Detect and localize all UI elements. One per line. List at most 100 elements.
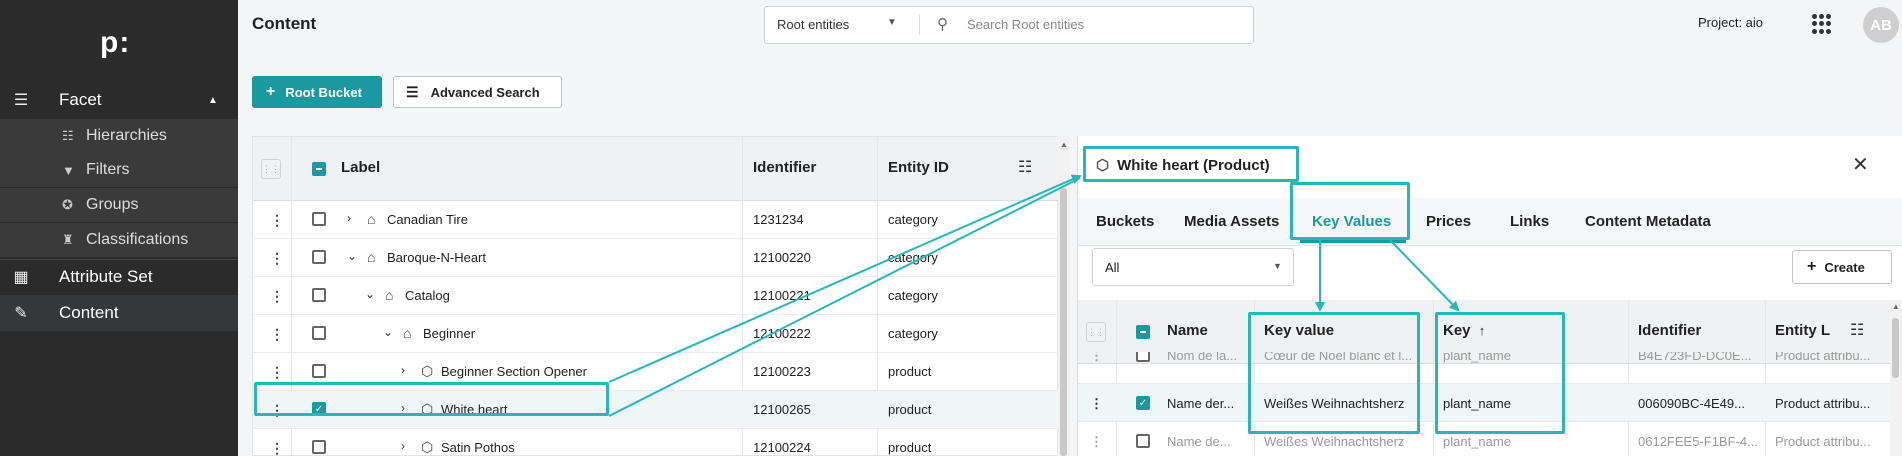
- row-entity: Product attribu...: [1775, 352, 1871, 363]
- row-name: Nom de la...: [1167, 352, 1238, 363]
- close-icon[interactable]: ✕: [1852, 152, 1869, 177]
- scroll-up-icon[interactable]: ▲: [1060, 140, 1068, 149]
- column-settings-icon[interactable]: ☷: [1018, 157, 1032, 177]
- row-label: White heart: [441, 402, 508, 417]
- detail-title-text: White heart (Product): [1117, 156, 1270, 174]
- row-menu-icon[interactable]: ⋮: [1090, 434, 1103, 450]
- scrollbar-thumb[interactable]: [1060, 188, 1067, 456]
- top-header: Content Root entities ▼ ⚲ Search Root en…: [238, 0, 1902, 54]
- row-checkbox[interactable]: [312, 250, 326, 264]
- detail-panel: ⬡ White heart (Product) ✕ Buckets Media …: [1077, 136, 1902, 456]
- entity-type-icon: ⬡: [421, 439, 434, 455]
- row-checkbox[interactable]: [312, 288, 326, 302]
- table-row[interactable]: ⋮ ✓ › ⬡ White heart 12100265 product: [253, 391, 1059, 429]
- create-label: Create: [1824, 259, 1865, 275]
- row-checkbox[interactable]: [312, 364, 326, 378]
- key-value-row[interactable]: ⋮ Nom de la... Cœur de Noël blanc et l... p…: [1078, 352, 1891, 384]
- sidebar-subitem-classifications[interactable]: ♜ Classifications: [0, 223, 238, 257]
- scrollbar-thumb[interactable]: [1892, 318, 1899, 378]
- row-checkbox[interactable]: ✓: [312, 402, 326, 416]
- search-input[interactable]: Search Root entities: [967, 17, 1084, 32]
- root-bucket-button[interactable]: + Root Bucket: [252, 76, 382, 108]
- row-menu-icon[interactable]: ⋮: [270, 250, 284, 267]
- select-all-checkbox[interactable]: [312, 162, 326, 176]
- sidebar-item-content[interactable]: ✎ Content: [0, 295, 238, 331]
- row-checkbox[interactable]: [312, 326, 326, 340]
- expand-chevron-icon[interactable]: ›: [347, 211, 351, 225]
- project-selector[interactable]: Project: aio: [1698, 15, 1763, 30]
- tab-media-assets[interactable]: Media Assets: [1184, 213, 1279, 230]
- product-cube-icon: ⬡: [1096, 157, 1110, 174]
- sidebar-item-attribute-set[interactable]: ▦ Attribute Set: [0, 259, 238, 295]
- sidebar-subitem-groups[interactable]: ✪ Groups: [0, 188, 238, 222]
- column-header-label[interactable]: Label: [341, 159, 380, 176]
- scroll-up-icon[interactable]: ▲: [1892, 302, 1900, 311]
- column-header-identifier[interactable]: Identifier: [753, 159, 816, 176]
- row-name: Name de...: [1167, 434, 1231, 449]
- row-checkbox[interactable]: [312, 440, 326, 454]
- key-value-row[interactable]: ⋮ Name de... Weißes Weihnachtsherz plant_na…: [1078, 422, 1891, 456]
- sidebar-subitem-filters[interactable]: ▼ Filters: [0, 153, 238, 187]
- right-scrollbar[interactable]: ▲: [1890, 300, 1902, 456]
- expand-chevron-icon[interactable]: ›: [401, 401, 405, 415]
- expand-chevron-icon[interactable]: ⌄: [383, 325, 393, 339]
- row-key-value: Weißes Weihnachtsherz: [1264, 434, 1405, 449]
- row-menu-icon[interactable]: ⋮: [1090, 352, 1103, 364]
- column-settings-icon[interactable]: ☷: [1850, 320, 1864, 340]
- row-menu-icon[interactable]: ⋮: [270, 440, 284, 456]
- tab-key-values[interactable]: Key Values: [1312, 213, 1391, 230]
- row-checkbox[interactable]: ✓: [1136, 396, 1150, 410]
- tab-content-metadata[interactable]: Content Metadata: [1585, 213, 1711, 230]
- groups-icon: ✪: [62, 197, 73, 212]
- row-menu-icon[interactable]: ⋮: [270, 364, 284, 381]
- table-row[interactable]: ⋮ › ⬡ Beginner Section Opener 12100223 produc…: [253, 353, 1059, 391]
- column-header-name[interactable]: Name: [1167, 322, 1208, 339]
- column-header-identifier[interactable]: Identifier: [1638, 322, 1701, 339]
- table-row[interactable]: ⋮ ⌄ ⌂ Baroque-N-Heart 12100220 category: [253, 239, 1059, 277]
- tab-prices[interactable]: Prices: [1426, 213, 1471, 230]
- content-tree-table: ⋮⋮ Label Identifier Entity ID ☷ ⋮ › ⌂ Canad…: [252, 136, 1059, 456]
- key-value-row[interactable]: ⋮ ✓ Name der... Weißes Weihnachtsherz plant_…: [1078, 384, 1891, 422]
- create-button[interactable]: + Create: [1792, 250, 1892, 284]
- app-logo: p:: [100, 26, 131, 59]
- scope-select[interactable]: Root entities: [777, 17, 849, 32]
- table-row[interactable]: ⋮ ⌄ ⌂ Beginner 12100222 category: [253, 315, 1059, 353]
- column-header-key[interactable]: Key ↑: [1443, 322, 1485, 339]
- expand-chevron-icon[interactable]: ›: [401, 363, 405, 377]
- table-row[interactable]: ⋮ › ⌂ Canadian Tire 1231234 category: [253, 201, 1059, 239]
- chevron-down-icon[interactable]: ▼: [887, 17, 897, 28]
- global-search: Root entities ▼ ⚲ Search Root entities: [764, 6, 1254, 44]
- column-header-entity-id[interactable]: Entity ID: [888, 159, 949, 176]
- row-checkbox[interactable]: [1136, 352, 1150, 362]
- table-row[interactable]: ⋮ › ⬡ Satin Pothos 12100224 product: [253, 429, 1059, 456]
- row-entity-type: category: [888, 212, 938, 227]
- expand-chevron-icon[interactable]: ⌄: [365, 287, 375, 301]
- left-scrollbar[interactable]: ▲: [1058, 136, 1070, 456]
- avatar[interactable]: AB: [1863, 7, 1899, 43]
- tab-links[interactable]: Links: [1510, 213, 1549, 230]
- row-checkbox[interactable]: [1136, 434, 1150, 448]
- table-row[interactable]: ⋮ ⌄ ⌂ Catalog 12100221 category: [253, 277, 1059, 315]
- row-identifier: 006090BC-4E49...: [1638, 396, 1745, 411]
- column-header-key-value[interactable]: Key value: [1264, 322, 1334, 339]
- row-menu-icon[interactable]: ⋮: [270, 288, 284, 305]
- advanced-search-label: Advanced Search: [430, 84, 540, 100]
- expand-chevron-icon[interactable]: ⌄: [347, 249, 357, 263]
- row-menu-icon[interactable]: ⋮: [1090, 396, 1103, 412]
- sidebar-subitem-hierarchies[interactable]: ☷ Hierarchies: [0, 119, 238, 153]
- select-all-checkbox[interactable]: [1136, 325, 1150, 339]
- tab-buckets[interactable]: Buckets: [1096, 213, 1154, 230]
- row-menu-icon[interactable]: ⋮: [270, 402, 284, 419]
- apps-grid-icon[interactable]: [1812, 14, 1832, 34]
- sidebar-item-facet[interactable]: ☰ Facet ▲: [0, 82, 238, 118]
- hierarchy-icon: ☷: [62, 128, 74, 143]
- row-menu-icon[interactable]: ⋮: [270, 212, 284, 229]
- row-entity: Product attribu...: [1775, 396, 1871, 411]
- row-menu-icon[interactable]: ⋮: [270, 326, 284, 343]
- sidebar-subitem-label: Hierarchies: [86, 127, 167, 144]
- column-header-entity[interactable]: Entity L: [1775, 322, 1830, 339]
- advanced-search-button[interactable]: ☰ Advanced Search: [393, 76, 562, 108]
- key-values-filter-select[interactable]: All ▼: [1092, 248, 1294, 286]
- row-checkbox[interactable]: [312, 212, 326, 226]
- expand-chevron-icon[interactable]: ›: [401, 439, 405, 453]
